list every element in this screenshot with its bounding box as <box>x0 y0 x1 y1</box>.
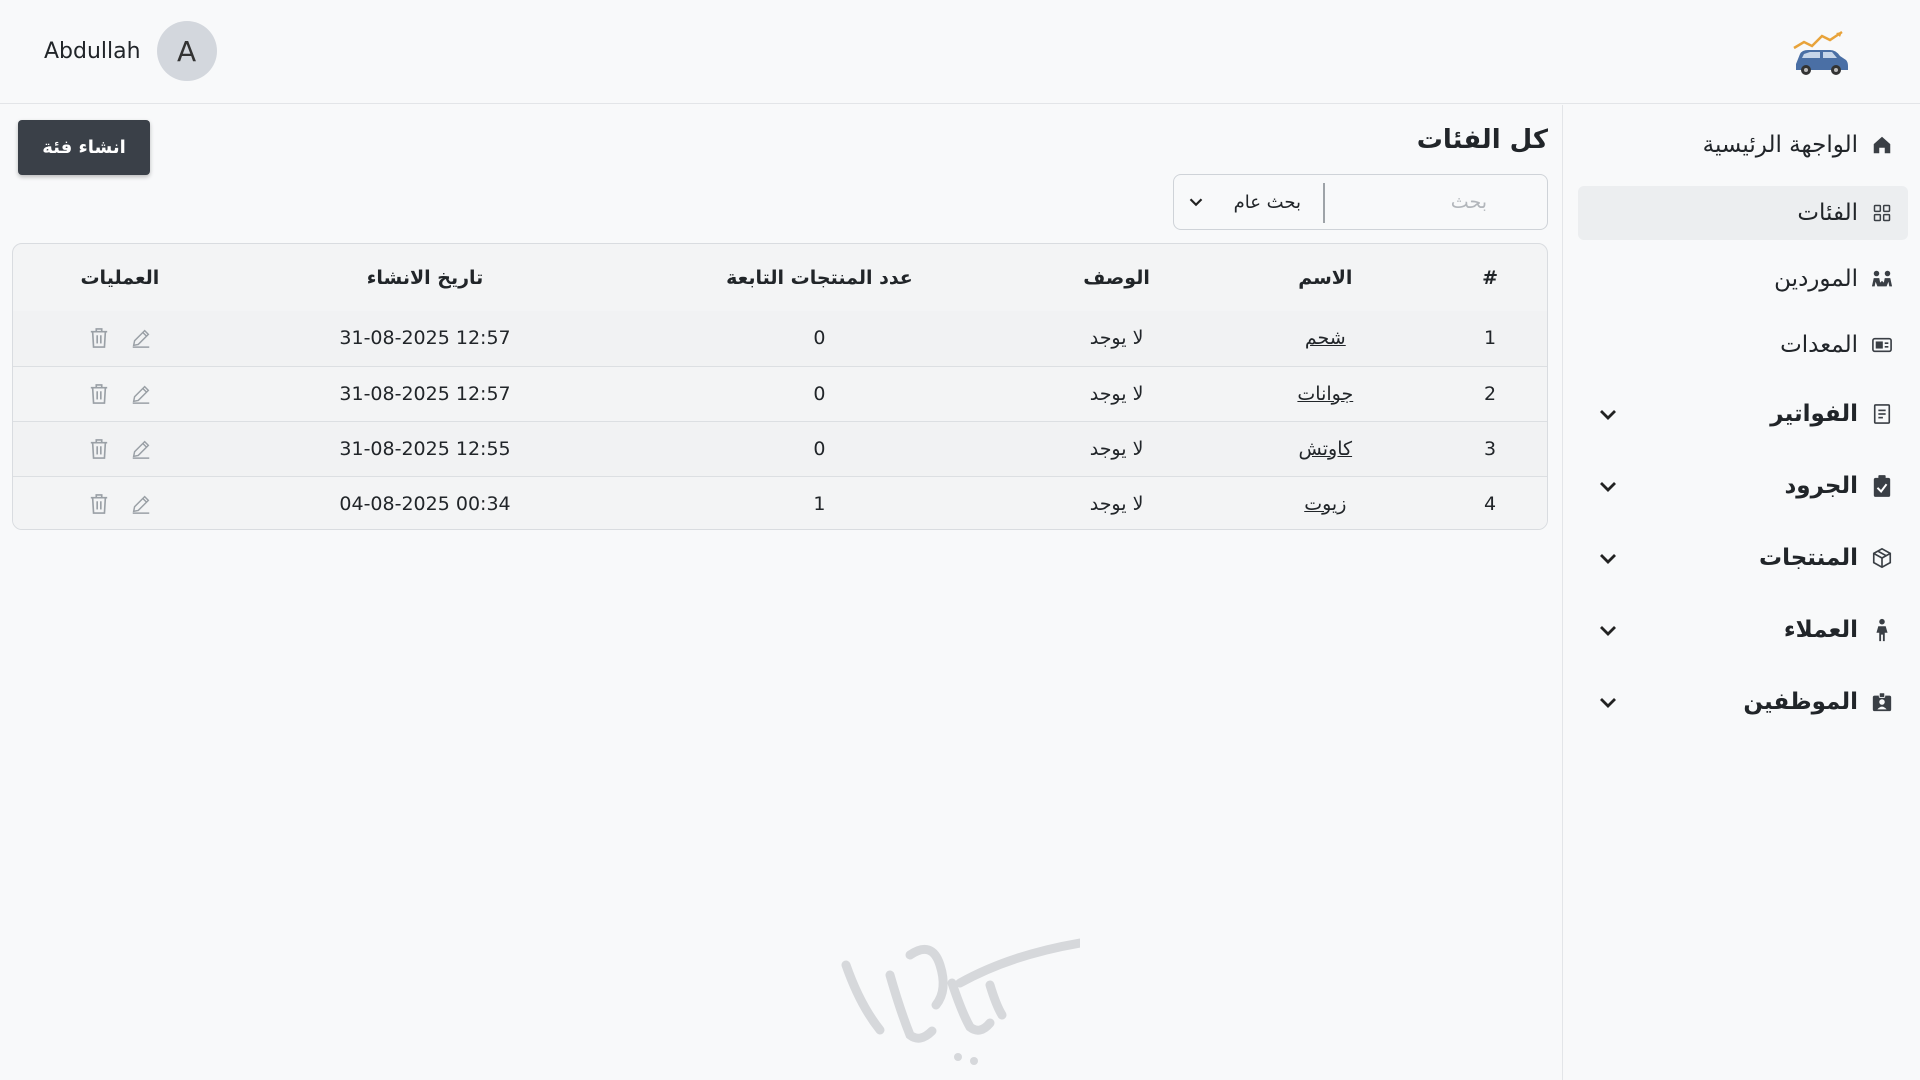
edit-icon[interactable] <box>129 492 153 516</box>
people-icon <box>1870 267 1894 291</box>
invoice-icon <box>1870 402 1894 426</box>
sidebar-item-label: الواجهة الرئيسية <box>1702 132 1858 158</box>
table-row: 4 زيوت لا يوجد 1 00:34 04-08-2025 <box>13 476 1547 529</box>
cell-product-count: 0 <box>813 327 826 350</box>
sidebar-item-label: الموردين <box>1774 266 1858 292</box>
search-type-select[interactable]: بحث عام <box>1173 175 1321 229</box>
cell-created: 12:57 31-08-2025 <box>339 327 511 350</box>
sidebar-item-invoices[interactable]: الفواتير <box>1578 387 1908 441</box>
main-content: كل الفئات انشاء فئة بحث عام # الاسم الوص… <box>0 105 1560 1080</box>
column-header-created[interactable]: تاريخ الانشاء <box>227 244 623 311</box>
edit-icon[interactable] <box>129 382 153 406</box>
sidebar-item-inventory[interactable]: الجرود <box>1578 459 1908 513</box>
search-divider <box>1323 183 1325 223</box>
delete-icon[interactable] <box>87 326 111 350</box>
sidebar-item-customers[interactable]: العملاء <box>1578 603 1908 657</box>
cell-product-count: 1 <box>813 492 826 515</box>
column-header-description[interactable]: الوصف <box>1016 244 1218 311</box>
chevron-down-icon[interactable] <box>1596 546 1620 570</box>
chevron-down-icon[interactable] <box>1596 690 1620 714</box>
top-bar: A Abdullah <box>0 0 1920 104</box>
sidebar-item-employees[interactable]: الموظفين <box>1578 675 1908 729</box>
table-header-row: # الاسم الوصف عدد المنتجات التابعة تاريخ… <box>13 244 1547 311</box>
column-header-actions: العمليات <box>80 266 160 289</box>
cell-description: لا يوجد <box>1089 327 1144 350</box>
app-logo[interactable] <box>1790 30 1852 76</box>
sidebar-item-label: الفواتير <box>1770 401 1858 427</box>
user-menu[interactable]: A Abdullah <box>44 21 217 81</box>
clipboard-check-icon <box>1870 474 1894 498</box>
cell-index: 1 <box>1484 327 1497 350</box>
sidebar-item-categories[interactable]: الفئات <box>1578 186 1908 240</box>
watermark-logo <box>840 935 1085 1065</box>
delete-icon[interactable] <box>87 492 111 516</box>
table-row: 2 جوانات لا يوجد 0 12:57 31-08-2025 <box>13 366 1547 421</box>
home-icon <box>1870 133 1894 157</box>
id-badge-icon <box>1870 690 1894 714</box>
sidebar-item-suppliers[interactable]: الموردين <box>1578 252 1908 306</box>
page-title: كل الفئات <box>1416 125 1548 155</box>
chevron-down-icon[interactable] <box>1596 618 1620 642</box>
sidebar-item-label: المنتجات <box>1758 545 1858 571</box>
sidebar-item-label: الموظفين <box>1743 689 1858 715</box>
chevron-down-icon <box>1189 198 1203 207</box>
cell-created: 12:57 31-08-2025 <box>339 382 511 405</box>
category-name-link[interactable]: زيوت <box>1304 493 1346 515</box>
sidebar-item-home[interactable]: الواجهة الرئيسية <box>1578 118 1908 172</box>
table-row: 3 كاوتش لا يوجد 0 12:55 31-08-2025 <box>13 421 1547 476</box>
column-header-product-count[interactable]: عدد المنتجات التابعة <box>623 244 1015 311</box>
cell-product-count: 0 <box>813 437 826 460</box>
column-header-index: # <box>1482 266 1499 289</box>
box-icon <box>1870 546 1894 570</box>
cell-description: لا يوجد <box>1089 437 1144 460</box>
cell-description: لا يوجد <box>1089 382 1144 405</box>
cell-created: 12:55 31-08-2025 <box>339 437 511 460</box>
delete-icon[interactable] <box>87 437 111 461</box>
equipment-icon <box>1870 333 1894 357</box>
categories-table: # الاسم الوصف عدد المنتجات التابعة تاريخ… <box>12 243 1548 530</box>
category-name-link[interactable]: كاوتش <box>1299 438 1353 460</box>
chevron-down-icon[interactable] <box>1596 402 1620 426</box>
create-category-button[interactable]: انشاء فئة <box>18 120 150 175</box>
cell-description: لا يوجد <box>1089 492 1144 515</box>
user-name: Abdullah <box>44 38 141 64</box>
cell-index: 2 <box>1484 382 1497 405</box>
sidebar-item-label: الفئات <box>1797 200 1858 226</box>
cell-index: 4 <box>1484 492 1497 515</box>
category-name-link[interactable]: شحم <box>1305 327 1346 349</box>
chevron-down-icon[interactable] <box>1596 474 1620 498</box>
search-bar: بحث عام <box>1173 174 1548 230</box>
sidebar-item-products[interactable]: المنتجات <box>1578 531 1908 585</box>
delete-icon[interactable] <box>87 382 111 406</box>
sidebar-item-label: العملاء <box>1783 617 1858 643</box>
edit-icon[interactable] <box>129 326 153 350</box>
search-type-value: بحث عام <box>1233 191 1301 213</box>
cell-index: 3 <box>1484 437 1497 460</box>
person-icon <box>1870 618 1894 642</box>
search-input[interactable] <box>1325 175 1547 229</box>
sidebar: الواجهة الرئيسية الفئات الموردين المعدات… <box>1562 105 1920 1080</box>
grid-icon <box>1870 201 1894 225</box>
category-name-link[interactable]: جوانات <box>1297 383 1353 405</box>
column-header-name[interactable]: الاسم <box>1217 244 1433 311</box>
sidebar-item-label: المعدات <box>1780 332 1858 358</box>
avatar[interactable]: A <box>156 21 217 81</box>
edit-icon[interactable] <box>129 437 153 461</box>
sidebar-item-equipment[interactable]: المعدات <box>1578 318 1908 372</box>
cell-product-count: 0 <box>813 382 826 405</box>
table-row: 1 شحم لا يوجد 0 12:57 31-08-2025 <box>13 311 1547 366</box>
sidebar-item-label: الجرود <box>1784 473 1858 499</box>
cell-created: 00:34 04-08-2025 <box>339 492 511 515</box>
